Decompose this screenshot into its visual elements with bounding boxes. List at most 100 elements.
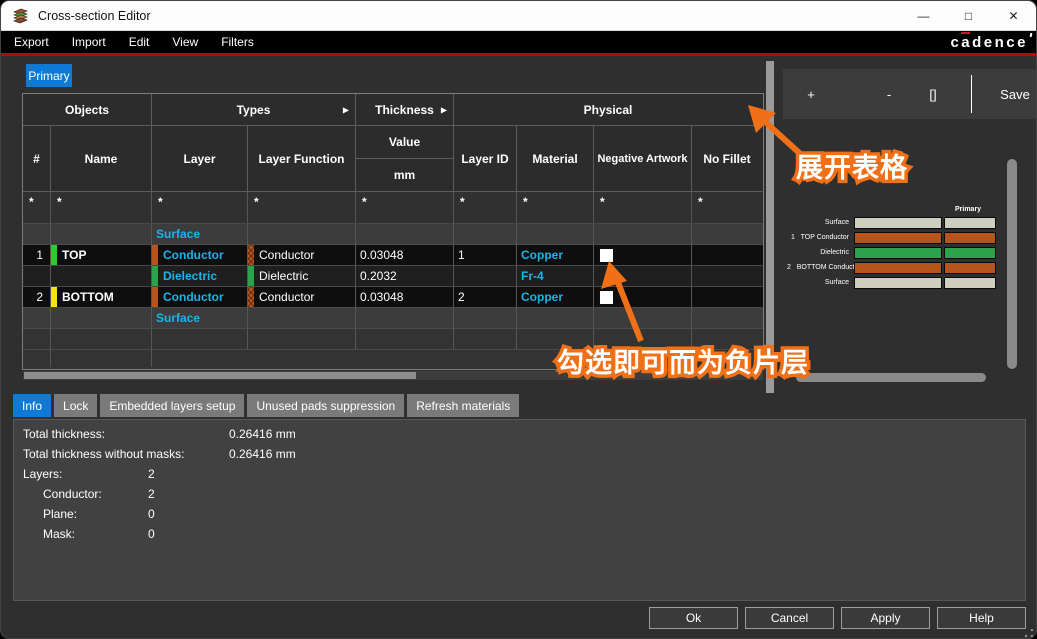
preview-vertical-scrollbar[interactable]: [1007, 159, 1017, 369]
cell-no-fillet[interactable]: [692, 266, 763, 287]
cell-layer[interactable]: Conductor: [152, 245, 248, 266]
filter-layer-function[interactable]: *: [248, 192, 356, 224]
menu-view[interactable]: View: [169, 33, 201, 51]
cell-material[interactable]: [517, 308, 594, 329]
cell-name[interactable]: [51, 308, 152, 329]
tab-lock[interactable]: Lock: [54, 394, 97, 417]
cell-value[interactable]: [356, 224, 454, 245]
tab-primary[interactable]: Primary: [26, 64, 72, 87]
scrollbar-thumb[interactable]: [24, 372, 416, 379]
resize-grip[interactable]: [1025, 629, 1033, 637]
cell-no-fillet[interactable]: [692, 308, 763, 329]
cell-num[interactable]: [23, 224, 51, 245]
cell-material[interactable]: Fr-4: [517, 266, 594, 287]
info-row: Conductor: 2: [14, 487, 1025, 507]
cell-value[interactable]: 0.03048: [356, 245, 454, 266]
cell-value[interactable]: [356, 308, 454, 329]
tab-refresh-materials[interactable]: Refresh materials: [407, 394, 519, 417]
cell-value[interactable]: 0.2032: [356, 266, 454, 287]
cell-layer-function[interactable]: Conductor: [248, 287, 356, 308]
filter-layer-id[interactable]: *: [454, 192, 517, 224]
menu-edit[interactable]: Edit: [126, 33, 153, 51]
cell-layer[interactable]: Surface: [152, 308, 248, 329]
minimize-button[interactable]: —: [901, 1, 946, 30]
filter-value[interactable]: *: [356, 192, 454, 224]
cell-num[interactable]: [23, 266, 51, 287]
cell-no-fillet[interactable]: [692, 224, 763, 245]
dielectric-chip: [152, 266, 158, 286]
close-button[interactable]: ✕: [991, 1, 1036, 30]
info-label: Total thickness without masks:: [23, 447, 184, 461]
cell-no-fillet[interactable]: [692, 287, 763, 308]
cell-layer-id[interactable]: 1: [454, 245, 517, 266]
filter-material[interactable]: *: [517, 192, 594, 224]
cell-num[interactable]: 2: [23, 287, 51, 308]
thickness-expand-icon[interactable]: ▶: [441, 105, 447, 114]
cell-layer-id[interactable]: 2: [454, 287, 517, 308]
cell-material[interactable]: Copper: [517, 245, 594, 266]
tab-info[interactable]: Info: [13, 394, 51, 417]
cell-name[interactable]: [51, 266, 152, 287]
cell-name[interactable]: [51, 329, 152, 350]
menu-export[interactable]: Export: [11, 33, 52, 51]
info-row: Layers: 2: [14, 467, 1025, 487]
cancel-button[interactable]: Cancel: [745, 607, 834, 629]
cell-layer-id[interactable]: [454, 308, 517, 329]
cell-name[interactable]: [51, 224, 152, 245]
cell-layer-id[interactable]: [454, 266, 517, 287]
preview-bar-primary-top: [944, 232, 996, 244]
maximize-button[interactable]: □: [946, 1, 991, 30]
cell-layer[interactable]: [152, 329, 248, 350]
cell-layer-id[interactable]: [454, 224, 517, 245]
col-unit: mm: [356, 159, 453, 192]
tab-embedded-layers-setup[interactable]: Embedded layers setup: [100, 394, 244, 417]
cell-material[interactable]: Copper: [517, 287, 594, 308]
layer-color-chip: [51, 287, 57, 307]
cell-value[interactable]: [356, 329, 454, 350]
cell-layer-function[interactable]: [248, 308, 356, 329]
layer-color-chip: [51, 245, 57, 265]
preview-horizontal-scrollbar[interactable]: [796, 373, 986, 382]
types-expand-icon[interactable]: ▶: [343, 105, 349, 114]
cell-layer[interactable]: Dielectric: [152, 266, 248, 287]
filter-num[interactable]: *: [23, 192, 51, 224]
help-button[interactable]: Help: [937, 607, 1026, 629]
cell-num[interactable]: [23, 329, 51, 350]
cell-num[interactable]: [23, 308, 51, 329]
remove-layer-button[interactable]: -: [879, 69, 899, 119]
filter-name[interactable]: *: [51, 192, 152, 224]
cell-negative-artwork[interactable]: [594, 224, 692, 245]
menu-import[interactable]: Import: [69, 33, 109, 51]
brackets-button[interactable]: []: [921, 69, 945, 119]
preview-label: 1 TOP Conductor: [787, 234, 849, 241]
cell-material[interactable]: [517, 224, 594, 245]
cell-name[interactable]: BOTTOM: [51, 287, 152, 308]
filter-no-fillet[interactable]: *: [692, 192, 763, 224]
cell-layer[interactable]: Surface: [152, 224, 248, 245]
cell-layer[interactable]: Conductor: [152, 287, 248, 308]
cell-num[interactable]: 1: [23, 245, 51, 266]
info-row: Plane: 0: [14, 507, 1025, 527]
tab-unused-pads-suppression[interactable]: Unused pads suppression: [247, 394, 404, 417]
save-button[interactable]: Save: [995, 69, 1035, 119]
filter-layer[interactable]: *: [152, 192, 248, 224]
cell-layer-function[interactable]: Dielectric: [248, 266, 356, 287]
app-stack-icon: [12, 7, 29, 24]
cell-value[interactable]: 0.03048: [356, 287, 454, 308]
dielectric-chip: [248, 266, 254, 286]
annotation-negative-check: 勾选即可而为负片层: [557, 341, 809, 380]
preview-bar-primary-dielectric: [944, 247, 996, 259]
filter-row: * * * * * * * * *: [23, 192, 763, 224]
apply-button[interactable]: Apply: [841, 607, 930, 629]
cell-no-fillet[interactable]: [692, 245, 763, 266]
menu-filters[interactable]: Filters: [218, 33, 257, 51]
filter-negative-artwork[interactable]: *: [594, 192, 692, 224]
cell-layer-id[interactable]: [454, 329, 517, 350]
cell-layer-function[interactable]: [248, 224, 356, 245]
cell-layer-function[interactable]: Conductor: [248, 245, 356, 266]
cell-layer-function[interactable]: [248, 329, 356, 350]
cell-name[interactable]: TOP: [51, 245, 152, 266]
ok-button[interactable]: Ok: [649, 607, 738, 629]
group-objects: Objects: [23, 94, 152, 126]
toolbar-separator: [971, 75, 972, 113]
